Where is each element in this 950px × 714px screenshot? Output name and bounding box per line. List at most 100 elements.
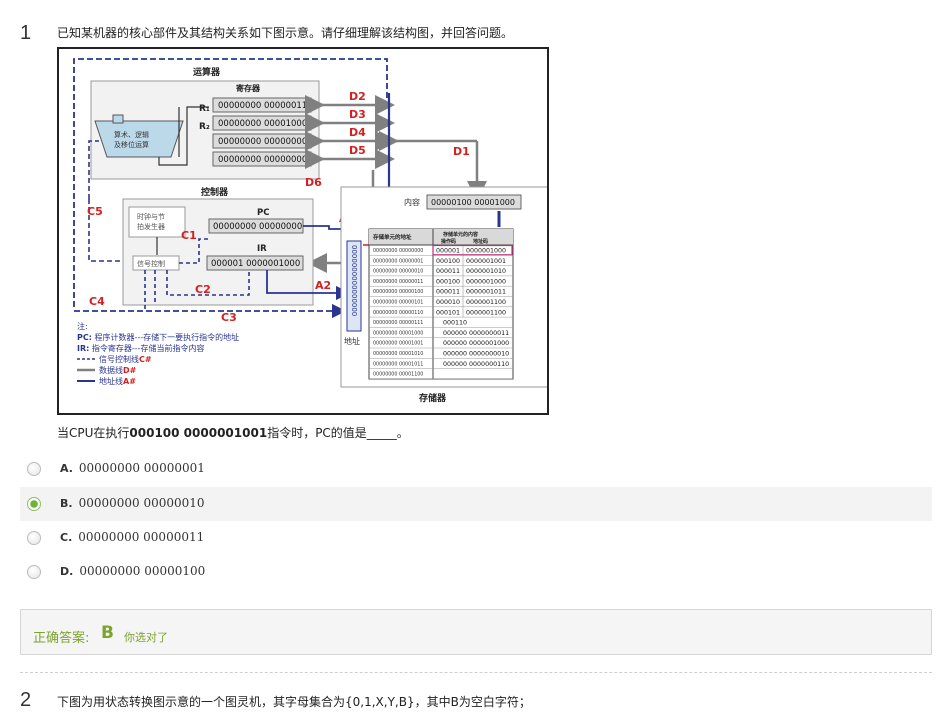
option-b[interactable]: B. 00000000 00000010 bbox=[20, 487, 932, 521]
r1-label: R₁ bbox=[199, 104, 210, 114]
memory-row-address: 00000000 00000000 bbox=[373, 248, 423, 254]
memory-row-address: 00000000 00001011 bbox=[373, 361, 423, 367]
bus-a2-label: A2 bbox=[315, 279, 331, 292]
memory-row-operand: 0000001011 bbox=[466, 289, 506, 296]
memory-row-opcode: 000101 bbox=[436, 309, 460, 316]
option-c[interactable]: C. 00000000 00000011 bbox=[20, 521, 932, 555]
controller-title: 控制器 bbox=[201, 186, 229, 198]
option-b-radio[interactable] bbox=[27, 497, 41, 511]
memory-row-address: 00000000 00000010 bbox=[373, 269, 423, 275]
bus-d6-label: D6 bbox=[305, 176, 322, 189]
legend-control-line: 信号控制线C# bbox=[99, 354, 152, 364]
register-r2-value: 00000000 00001000 bbox=[218, 119, 307, 129]
question-number: 1 bbox=[20, 22, 32, 44]
bus-d4-label: D4 bbox=[349, 126, 366, 139]
correct-answer-label: 正确答案: bbox=[33, 631, 90, 646]
bus-d5-label: D5 bbox=[349, 144, 366, 157]
alu-unit-line2: 及移位运算 bbox=[114, 140, 149, 149]
memory-row-address: 00000000 00000001 bbox=[373, 258, 423, 264]
memory-row-operand: 0000001010 bbox=[466, 268, 506, 275]
memory-row-data: 000000 0000000010 bbox=[443, 351, 509, 358]
memory-row-address: 00000000 00000110 bbox=[373, 310, 423, 316]
option-d-label: D. 00000000 00000100 bbox=[60, 564, 206, 578]
alu-unit-line1: 算术、逻辑 bbox=[114, 130, 149, 139]
question-divider bbox=[20, 672, 932, 673]
answer-feedback: 你选对了 bbox=[124, 631, 168, 644]
legend-pc-line: PC: 程序计数器---存储下一要执行指令的地址 bbox=[77, 332, 239, 342]
memory-row-opcode: 000100 bbox=[436, 258, 460, 265]
option-a-label: A. 00000000 00000001 bbox=[60, 461, 205, 475]
register-r1-value: 00000000 00000011 bbox=[218, 101, 307, 111]
option-c-label: C. 00000000 00000011 bbox=[60, 530, 205, 544]
legend-address-line: 地址线A# bbox=[99, 376, 136, 386]
memory-row-operand: 0000001100 bbox=[466, 299, 506, 306]
clock-line1: 时钟与节 bbox=[137, 212, 165, 221]
bus-c4-label: C4 bbox=[89, 295, 105, 308]
memory-row-data: 000000 0000000110 bbox=[443, 361, 509, 368]
signal-control-label: 信号控制 bbox=[137, 259, 165, 268]
memory-row-address: 00000000 00000101 bbox=[373, 300, 423, 306]
memory-row-address: 00000000 00000100 bbox=[373, 289, 423, 295]
r2-label: R₂ bbox=[199, 122, 210, 132]
register-3-value: 00000000 00000000 bbox=[218, 137, 307, 147]
address-bits: 0000000000000000 bbox=[350, 245, 358, 316]
legend-note: 注: bbox=[77, 321, 88, 331]
pc-value: 00000000 00000000 bbox=[213, 222, 302, 232]
memory-row-opcode: 000001 bbox=[436, 248, 460, 255]
legend-data-line: 数据线D# bbox=[99, 365, 137, 375]
memory-header-address: 存储单元的地址 bbox=[373, 233, 412, 241]
memory-header-operand: 地址码 bbox=[473, 238, 488, 245]
question-prompt: 当CPU在执行000100 0000001001指令时，PC的值是_____。 bbox=[57, 426, 409, 440]
option-d[interactable]: D. 00000000 00000100 bbox=[20, 555, 932, 589]
memory-row-data: 000000 0000000011 bbox=[443, 330, 509, 337]
legend-ir-line: IR: 指令寄存器---存储当前指令内容 bbox=[77, 343, 205, 353]
option-c-radio[interactable] bbox=[27, 531, 41, 545]
memory-header-opcode: 操作码 bbox=[441, 238, 456, 245]
memory-row-operand: 0000001000 bbox=[466, 278, 506, 285]
ir-label: IR bbox=[257, 244, 267, 254]
ir-value: 000001 0000001000 bbox=[211, 259, 300, 269]
memory-row-address: 00000000 00001001 bbox=[373, 341, 423, 347]
option-b-label: B. 00000000 00000010 bbox=[60, 496, 205, 510]
memory-row-data: 000000 0000001000 bbox=[443, 340, 509, 347]
pc-label: PC bbox=[257, 208, 269, 218]
question-2-text: 下图为用状态转换图示意的一个图灵机，其字母集合为{0,1,X,Y,B}，其中B为… bbox=[57, 695, 531, 709]
address-label: 地址 bbox=[344, 336, 360, 346]
question-text: 已知某机器的核心部件及其结构关系如下图示意。请仔细理解该结构图，并回答问题。 bbox=[57, 26, 514, 40]
memory-row-address: 00000000 00000011 bbox=[373, 279, 423, 285]
memory-row-opcode: 000010 bbox=[436, 299, 460, 306]
bus-c3-label: C3 bbox=[221, 311, 237, 324]
clock-line2: 拍发生器 bbox=[137, 222, 165, 231]
memory-header-content: 存储单元的内容 bbox=[442, 231, 478, 238]
alu-title: 运算器 bbox=[193, 66, 221, 78]
content-label: 内容 bbox=[404, 197, 420, 207]
option-d-radio[interactable] bbox=[27, 565, 41, 579]
correct-answer-letter: B bbox=[101, 623, 114, 643]
register-4-value: 00000000 00000000 bbox=[218, 155, 307, 165]
bus-d1-label: D1 bbox=[453, 145, 470, 158]
answer-box: 正确答案: B 你选对了 bbox=[20, 609, 932, 655]
option-a-radio[interactable] bbox=[27, 462, 41, 476]
bus-c5-label: C5 bbox=[87, 205, 103, 218]
bus-c1-label: C1 bbox=[181, 229, 197, 242]
memory-row-opcode: 000011 bbox=[436, 268, 460, 275]
bus-d3-label: D3 bbox=[349, 108, 366, 121]
question-2-number: 2 bbox=[20, 689, 32, 711]
memory-title: 存储器 bbox=[419, 392, 447, 404]
memory-row-address: 00000000 00000111 bbox=[373, 320, 423, 326]
memory-row-operand: 0000001001 bbox=[466, 258, 506, 265]
register-title: 寄存器 bbox=[236, 83, 261, 93]
option-a[interactable]: A. 00000000 00000001 bbox=[20, 452, 932, 486]
bus-c2-label: C2 bbox=[195, 283, 211, 296]
memory-row-data: 000110 bbox=[443, 320, 467, 327]
structure-diagram: 运算器 寄存器 算术、逻辑 及移位运算 R₁ R₂ 00000000 00000… bbox=[57, 47, 549, 415]
memory-row-operand: 0000001000 bbox=[466, 248, 506, 255]
memory-row-address: 00000000 00001010 bbox=[373, 351, 423, 357]
memory-row-opcode: 000011 bbox=[436, 289, 460, 296]
memory-row-address: 00000000 00001100 bbox=[373, 372, 423, 378]
bus-d2-label: D2 bbox=[349, 90, 366, 103]
memory-row-opcode: 000100 bbox=[436, 278, 460, 285]
content-value: 00000100 00001000 bbox=[431, 198, 515, 207]
memory-row-operand: 0000001100 bbox=[466, 309, 506, 316]
memory-row-address: 00000000 00001000 bbox=[373, 330, 423, 336]
